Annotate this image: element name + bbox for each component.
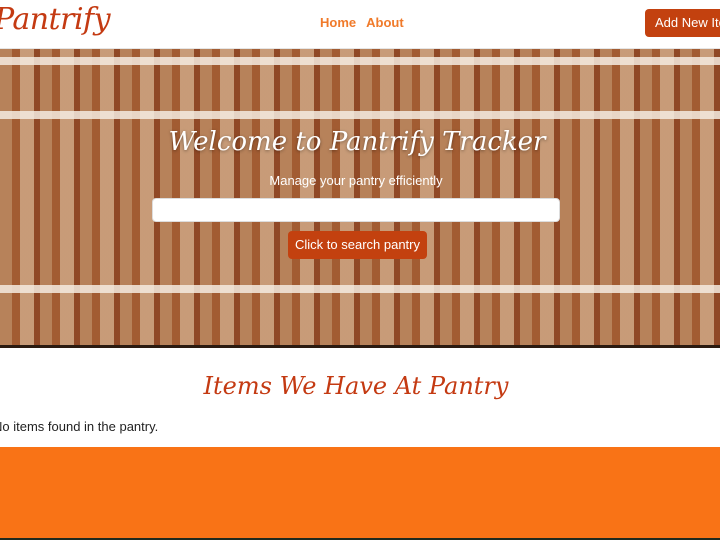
shelf-decoration xyxy=(0,57,720,65)
items-section-title: Items We Have At Pantry xyxy=(203,372,509,400)
nav-home-link[interactable]: Home xyxy=(320,15,356,30)
shelf-decoration xyxy=(0,111,720,119)
shelf-decoration xyxy=(0,285,720,293)
hero-banner: Welcome to Pantrify Tracker Manage your … xyxy=(0,49,720,348)
empty-items-message: No items found in the pantry. xyxy=(0,419,159,434)
search-input[interactable] xyxy=(152,198,560,222)
search-pantry-button[interactable]: Click to search pantry xyxy=(288,231,427,259)
add-new-item-button[interactable]: Add New Item xyxy=(645,9,720,37)
nav-about-link[interactable]: About xyxy=(366,15,404,30)
brand-logo[interactable]: Pantrify xyxy=(0,2,111,37)
nav-links: Home About xyxy=(320,15,414,30)
navbar: Pantrify Home About Add New Item xyxy=(0,0,720,49)
footer xyxy=(0,447,720,540)
hero-subtitle: Manage your pantry efficiently xyxy=(269,173,443,188)
hero-title: Welcome to Pantrify Tracker xyxy=(168,127,546,157)
